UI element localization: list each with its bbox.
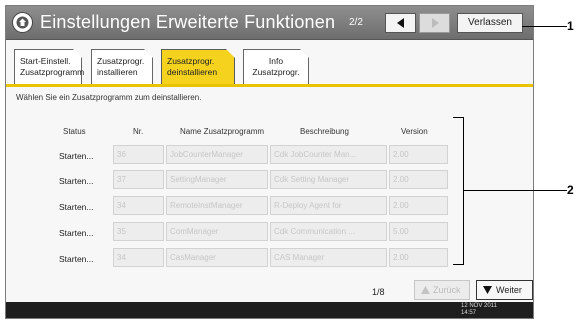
page-indicator: 2/2 — [349, 17, 363, 28]
row-number: 34 — [113, 248, 164, 267]
row-status: Starten... — [59, 151, 94, 161]
tab-label-line2: Zusatzprogr. — [252, 67, 300, 77]
tab-label-line2: installieren — [97, 67, 138, 77]
instruction-text: Wählen Sie ein Zusatzprogramm zum deinst… — [16, 93, 202, 102]
triangle-down-icon — [483, 286, 492, 294]
table-row[interactable]: Starten... 36 JobCounterManager Cdk JobC… — [6, 145, 533, 169]
next-button[interactable]: Weiter — [476, 280, 533, 300]
row-description: Cdk JobCounter Man... — [270, 145, 387, 164]
status-time: 14:57 — [461, 310, 477, 316]
column-header-name: Name Zusatzprogramm — [180, 127, 265, 136]
next-page-button[interactable] — [419, 13, 450, 33]
callout-2-number: 2 — [567, 183, 574, 197]
callout-2-bracket-bottom — [453, 264, 464, 265]
row-version: 5.00 — [389, 222, 448, 241]
tab-label-line1: Start-Einstell. — [20, 56, 71, 66]
column-header-version: Version — [401, 127, 428, 136]
tab-label-line2: deinstallieren — [167, 67, 218, 77]
tab-extension-info[interactable]: Info Zusatzprogr. — [243, 49, 309, 85]
row-version: 2.00 — [389, 248, 448, 267]
tab-label-line1: Info — [268, 56, 284, 66]
row-name: JobCounterManager — [166, 145, 268, 164]
callout-2-leader — [464, 190, 567, 191]
next-button-label: Weiter — [496, 285, 522, 295]
table-row[interactable]: Starten... 34 CasManager CAS Manager 2.0… — [6, 248, 533, 272]
callout-2-bracket-vertical — [463, 117, 464, 265]
row-number: 34 — [113, 196, 164, 215]
triangle-right-icon — [432, 18, 439, 28]
row-status: Starten... — [59, 202, 94, 212]
tab-underline — [6, 84, 533, 87]
window-title: Einstellungen Erweiterte Funktionen — [40, 12, 336, 32]
row-version: 2.00 — [389, 170, 448, 189]
triangle-up-icon — [421, 286, 430, 294]
tab-uninstall-extension[interactable]: Zusatzprogr. deinstallieren — [161, 49, 235, 85]
row-name: CasManager — [166, 248, 268, 267]
row-status: Starten... — [59, 254, 94, 264]
table-row[interactable]: Starten... 35 ComManager Cdk Communicati… — [6, 222, 533, 246]
callout-1-number: 1 — [567, 19, 574, 33]
row-name: RemoteInstManager — [166, 196, 268, 215]
column-header-number: Nr. — [133, 127, 144, 136]
tab-label-line2: Zusatzprogramm — [20, 67, 85, 77]
back-button[interactable]: Zurück — [414, 280, 470, 300]
row-name: SettingManager — [166, 170, 268, 189]
row-number: 35 — [113, 222, 164, 241]
row-status: Starten... — [59, 176, 94, 186]
status-bar: 12 NOV 2011 14:57 — [6, 302, 533, 318]
tab-label-line1: Zusatzprogr. — [167, 56, 215, 66]
home-icon[interactable] — [12, 12, 33, 33]
column-header-description: Beschreibung — [300, 127, 349, 136]
column-header-status: Status — [63, 127, 86, 136]
tab-startup-settings[interactable]: Start-Einstell. Zusatzprogramm — [14, 49, 85, 85]
list-page-indicator: 1/8 — [372, 287, 385, 297]
control-panel-screen: Einstellungen Erweiterte Funktionen 2/2 … — [5, 5, 534, 319]
back-button-label: Zurück — [433, 285, 461, 295]
table-row[interactable]: Starten... 37 SettingManager Cdk Setting… — [6, 170, 533, 194]
status-datetime: 12 NOV 2011 14:57 — [461, 303, 497, 317]
exit-button[interactable]: Verlassen — [457, 13, 523, 33]
row-name: ComManager — [166, 222, 268, 241]
row-description: Cdk Communication ... — [270, 222, 387, 241]
row-description: Cdk Setting Manager — [270, 170, 387, 189]
tab-install-extension[interactable]: Zusatzprogr. installieren — [91, 49, 153, 85]
callout-1-leader — [522, 26, 567, 27]
row-description: R-Deploy Agent for — [270, 196, 387, 215]
title-bar: Einstellungen Erweiterte Funktionen 2/2 … — [6, 6, 533, 40]
status-date: 12 NOV 2011 — [461, 303, 497, 309]
tab-label-line1: Zusatzprogr. — [97, 56, 145, 66]
row-version: 2.00 — [389, 196, 448, 215]
row-number: 36 — [113, 145, 164, 164]
row-description: CAS Manager — [270, 248, 387, 267]
row-status: Starten... — [59, 228, 94, 238]
previous-page-button[interactable] — [385, 13, 416, 33]
row-version: 2.00 — [389, 145, 448, 164]
table-row[interactable]: Starten... 34 RemoteInstManager R-Deploy… — [6, 196, 533, 220]
row-number: 37 — [113, 170, 164, 189]
screenshot-stage: Einstellungen Erweiterte Funktionen 2/2 … — [0, 0, 576, 325]
triangle-left-icon — [397, 18, 404, 28]
